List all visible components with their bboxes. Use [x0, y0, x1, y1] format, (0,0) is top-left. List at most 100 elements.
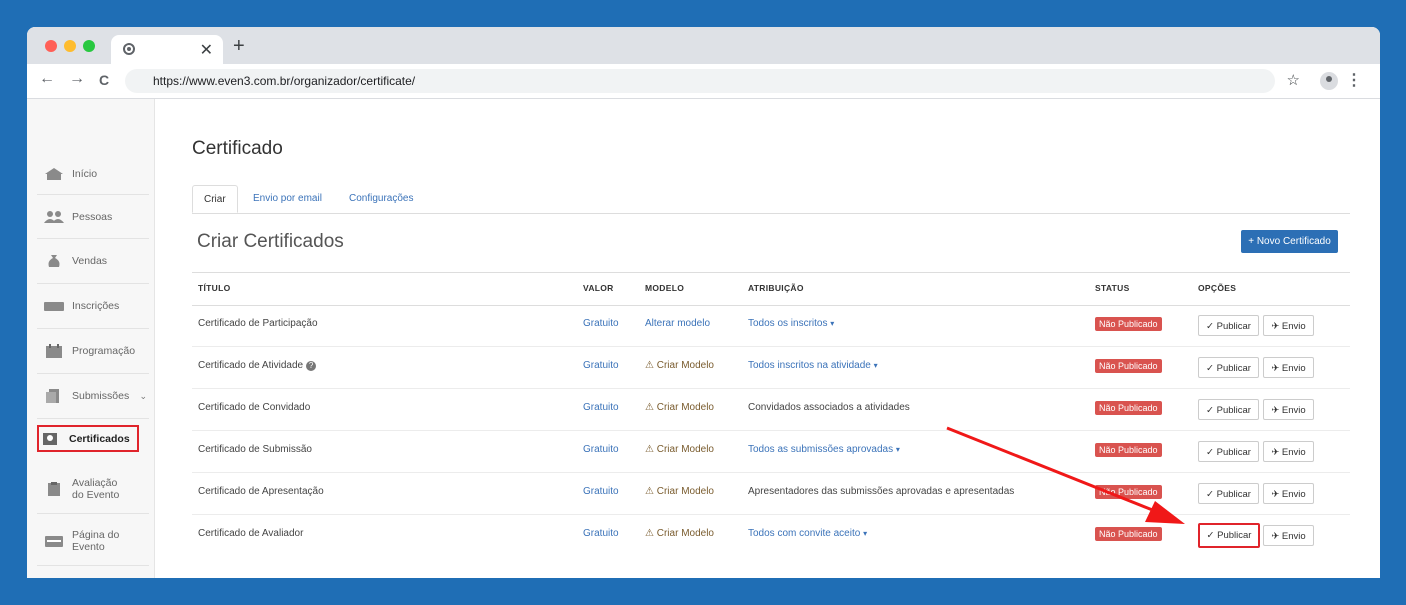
publish-button[interactable]: ✓ Publicar — [1198, 483, 1259, 504]
assignment-dropdown[interactable]: Todos os inscritos ▾ — [748, 318, 834, 329]
forward-button[interactable]: → — [69, 70, 85, 88]
create-model-link[interactable]: ⚠ Criar Modelo — [645, 402, 714, 413]
bookmark-star-icon[interactable]: ☆ — [1287, 71, 1300, 89]
certificate-title: Certificado de Convidado — [198, 402, 311, 413]
sidebar-item-avaliacao[interactable]: Avaliação do Evento — [37, 465, 149, 514]
certificate-title: Certificado de Participação — [198, 318, 318, 329]
sidebar-item-label: Pessoas — [72, 210, 113, 223]
chevron-down-icon[interactable]: ⌄ — [139, 391, 147, 402]
assignment-text: Convidados associados a atividades — [748, 402, 910, 413]
new-certificate-button[interactable]: + Novo Certificado — [1241, 230, 1338, 253]
help-icon[interactable]: ? — [306, 361, 317, 371]
status-badge: Não Publicado — [1095, 527, 1162, 541]
model-text: Criar Modelo — [656, 444, 714, 455]
label-line-2: Evento — [72, 541, 105, 553]
certificate-value[interactable]: Gratuito — [583, 360, 619, 371]
clipboard-icon — [48, 482, 60, 496]
table-row: Certificado de Apresentação Gratuito ⚠ C… — [192, 472, 1350, 515]
model-text: Criar Modelo — [656, 402, 714, 413]
back-button[interactable]: ← — [39, 70, 55, 88]
sidebar-item-pagina-do-evento[interactable]: Página do Evento — [37, 517, 149, 566]
assignment-dropdown[interactable]: Todos as submissões aprovadas ▾ — [748, 444, 900, 455]
sidebar-item-submissoes[interactable]: Submissões ⌄ — [37, 374, 149, 419]
warning-icon: ⚠ — [645, 444, 654, 455]
column-header: TÍTULO — [198, 283, 231, 293]
publish-button[interactable]: ✓ Publicar — [1198, 315, 1259, 336]
certificate-value[interactable]: Gratuito — [583, 402, 619, 413]
tab-strip: ✕ + — [27, 27, 1380, 64]
assignment-text: Todos as submissões aprovadas — [748, 444, 894, 455]
address-bar[interactable]: https://www.even3.com.br/organizador/cer… — [125, 69, 1275, 93]
webpage-icon — [45, 536, 63, 547]
browser-menu-icon[interactable]: ⋮ — [1346, 70, 1362, 90]
profile-avatar-icon[interactable] — [1320, 72, 1338, 90]
assignment-text: Todos os inscritos — [748, 318, 828, 329]
sidebar-item-inscricoes[interactable]: Inscrições — [37, 284, 149, 329]
tab-criar[interactable]: Criar — [192, 185, 238, 213]
send-button[interactable]: ✈ Envio — [1263, 483, 1314, 504]
reload-button[interactable]: C — [99, 72, 109, 88]
tab-envio-por-email[interactable]: Envio por email — [242, 185, 333, 213]
certificate-icon — [43, 432, 57, 445]
table-row: Certificado de Avaliador Gratuito ⚠ Cria… — [192, 514, 1350, 556]
warning-icon: ⚠ — [645, 402, 654, 413]
certificate-value[interactable]: Gratuito — [583, 444, 619, 455]
send-button[interactable]: ✈ Envio — [1263, 315, 1314, 336]
minimize-window-button[interactable] — [64, 40, 76, 52]
new-tab-button[interactable]: + — [233, 35, 245, 58]
send-button[interactable]: ✈ Envio — [1263, 357, 1314, 378]
column-header: MODELO — [645, 283, 685, 293]
create-model-link[interactable]: ⚠ Criar Modelo — [645, 528, 714, 539]
status-badge: Não Publicado — [1095, 317, 1162, 331]
home-icon — [45, 168, 63, 180]
sidebar-item-label: Avaliação do Evento — [72, 477, 119, 501]
status-badge: Não Publicado — [1095, 401, 1162, 415]
assignment-text: Todos com convite aceito — [748, 528, 861, 539]
send-button[interactable]: ✈ Envio — [1263, 441, 1314, 462]
url-text: https://www.even3.com.br/organizador/cer… — [153, 74, 416, 88]
assignment-dropdown[interactable]: Todos com convite aceito ▾ — [748, 528, 867, 539]
column-header: VALOR — [583, 283, 614, 293]
send-button[interactable]: ✈ Envio — [1263, 399, 1314, 420]
sidebar: Início Pessoas Vendas Inscrições Program… — [27, 99, 155, 578]
page-title: Certificado — [192, 138, 283, 159]
sidebar-item-label: Vendas — [72, 255, 108, 267]
ticket-icon — [44, 302, 64, 311]
table-row: Certificado de Participação Gratuito Alt… — [192, 304, 1350, 347]
certificate-value[interactable]: Gratuito — [583, 528, 619, 539]
sidebar-item-label: Submissões — [72, 390, 130, 402]
send-button[interactable]: ✈ Envio — [1263, 525, 1314, 546]
people-icon — [44, 210, 64, 223]
create-model-link[interactable]: ⚠ Criar Modelo — [645, 486, 714, 497]
maximize-window-button[interactable] — [83, 40, 95, 52]
sidebar-item-pessoas[interactable]: Pessoas — [37, 195, 149, 239]
certificate-value[interactable]: Gratuito — [583, 318, 619, 329]
table-row: Certificado de Submissão Gratuito ⚠ Cria… — [192, 430, 1350, 473]
assignment-text: Apresentadores das submissões aprovadas … — [748, 486, 1015, 497]
sidebar-item-label: Página do Evento — [72, 529, 119, 553]
sidebar-item-inicio[interactable]: Início — [37, 154, 149, 195]
tab-close-icon[interactable]: ✕ — [200, 40, 213, 60]
sidebar-item-certificados[interactable]: Certificados — [37, 425, 139, 452]
sidebar-item-programacao[interactable]: Programação — [37, 329, 149, 374]
close-window-button[interactable] — [45, 40, 57, 52]
model-link[interactable]: Alterar modelo — [645, 318, 710, 329]
tab-configuracoes[interactable]: Configurações — [338, 185, 424, 213]
assignment-dropdown[interactable]: Todos inscritos na atividade ▾ — [748, 360, 878, 371]
sidebar-item-vendas[interactable]: Vendas — [37, 239, 149, 284]
publish-button-highlighted[interactable]: ✓ Publicar — [1198, 523, 1260, 548]
create-model-link[interactable]: ⚠ Criar Modelo — [645, 360, 714, 371]
publish-button[interactable]: ✓ Publicar — [1198, 399, 1259, 420]
caret-down-icon: ▾ — [873, 361, 878, 370]
sidebar-item-label: Inscrições — [72, 300, 120, 312]
publish-button[interactable]: ✓ Publicar — [1198, 441, 1259, 462]
publish-button[interactable]: ✓ Publicar — [1198, 357, 1259, 378]
create-model-link[interactable]: ⚠ Criar Modelo — [645, 444, 714, 455]
browser-tab[interactable]: ✕ — [111, 35, 223, 64]
certificate-title: Certificado de Submissão — [198, 444, 312, 455]
assignment-text: Todos inscritos na atividade — [748, 360, 871, 371]
browser-toolbar: ← → C https://www.even3.com.br/organizad… — [27, 64, 1380, 99]
table-header: TÍTULO VALOR MODELO ATRIBUIÇÃO STATUS OP… — [192, 272, 1350, 306]
certificate-value[interactable]: Gratuito — [583, 486, 619, 497]
sidebar-item-label: Certificados — [69, 432, 130, 445]
